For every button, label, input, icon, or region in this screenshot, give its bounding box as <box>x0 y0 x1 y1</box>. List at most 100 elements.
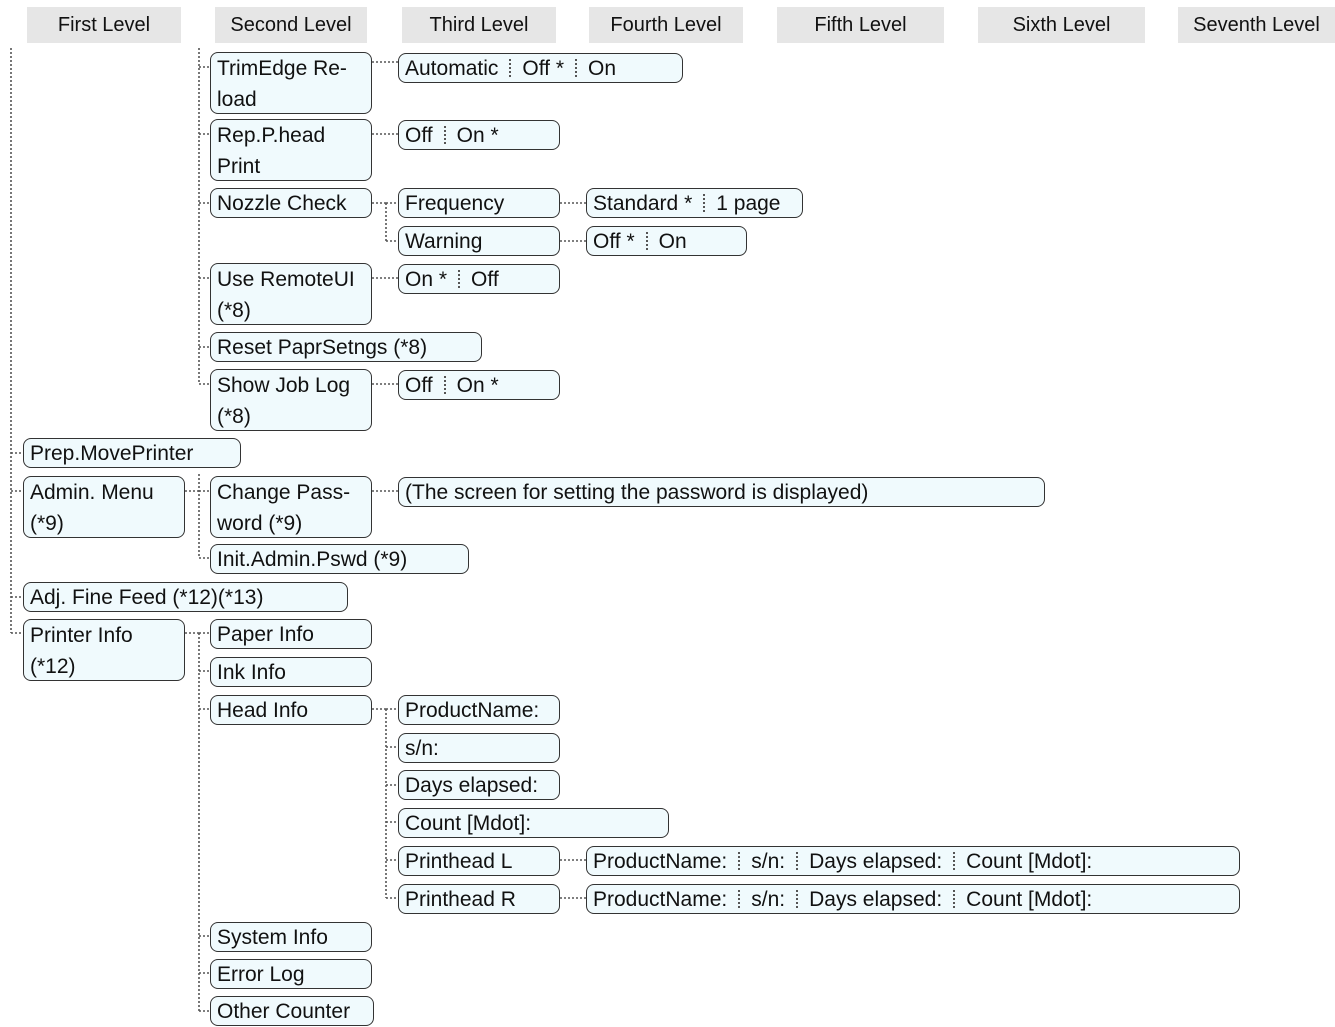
node-label-line: (*8) <box>217 405 251 428</box>
node-label: Adj. Fine Feed (*12)(*13) <box>30 586 264 609</box>
option-separator <box>645 232 648 250</box>
node-label-line: Print <box>217 155 261 178</box>
node-system-info: System Info <box>210 922 372 952</box>
node-label: Count [Mdot]: <box>405 812 532 835</box>
node-label-line: (*12) <box>30 655 76 678</box>
option-off: Off <box>405 374 433 397</box>
node-printhead-l: Printhead L <box>398 846 560 876</box>
field-sn: s/n: <box>751 888 786 911</box>
node-label: Nozzle Check <box>217 192 347 215</box>
option-separator <box>953 890 956 908</box>
node-label: Days elapsed: <box>405 774 539 797</box>
node-rep-phead-print: Rep.P.head Print <box>210 119 372 181</box>
option-off-default: Off * <box>522 57 565 80</box>
node-label-line: Use RemoteUI <box>217 268 355 291</box>
option-separator <box>509 59 512 77</box>
node-label-line: Show Job Log <box>217 374 351 397</box>
node-head-info: Head Info <box>210 695 372 725</box>
field-count-mdot: Count [Mdot]: <box>966 888 1093 911</box>
node-label: System Info <box>217 926 328 949</box>
node-label: Printhead R <box>405 888 516 911</box>
field-days-elapsed: Days elapsed: <box>809 850 943 873</box>
node-printhead-r-options: ProductName: s/n: Days elapsed: Count [Mdot… <box>586 884 1240 914</box>
field-days-elapsed: Days elapsed: <box>809 888 943 911</box>
node-label: Prep.MovePrinter <box>30 442 194 465</box>
node-rep-phead-options: Off On * <box>398 120 560 150</box>
node-use-remoteui-options: On * Off <box>398 264 560 294</box>
node-product-name: ProductName: <box>398 695 560 725</box>
option-automatic: Automatic <box>405 57 499 80</box>
node-show-job-log-options: Off On * <box>398 370 560 400</box>
field-product-name: ProductName: <box>593 888 728 911</box>
node-label: Head Info <box>217 699 309 722</box>
option-off-default: Off * <box>593 230 635 253</box>
node-label-line: word (*9) <box>217 512 303 535</box>
option-off: Off <box>405 124 433 147</box>
node-label: (The screen for setting the password is … <box>405 481 869 504</box>
node-adj-fine-feed: Adj. Fine Feed (*12)(*13) <box>23 582 348 612</box>
node-printer-info: Printer Info (*12) <box>23 619 185 681</box>
node-change-password: Change Pass- word (*9) <box>210 476 372 538</box>
node-trimedge-options: Automatic Off * On <box>398 53 683 83</box>
node-prep-moveprinter: Prep.MovePrinter <box>23 438 241 468</box>
node-label-line: load <box>217 88 257 111</box>
node-label: Printhead L <box>405 850 513 873</box>
option-standard-default: Standard * <box>593 192 693 215</box>
node-reset-paprsetngs: Reset PaprSetngs (*8) <box>210 332 482 362</box>
option-on: On <box>658 230 687 253</box>
node-trimedge-reload: TrimEdge Re- load <box>210 52 372 114</box>
node-nozzle-check: Nozzle Check <box>210 188 372 218</box>
option-on-default: On * <box>456 124 499 147</box>
field-sn: s/n: <box>751 850 786 873</box>
node-warning-options: Off * On <box>586 226 747 256</box>
option-separator <box>443 376 446 394</box>
option-separator <box>738 852 741 870</box>
node-use-remoteui: Use RemoteUI (*8) <box>210 263 372 325</box>
option-separator <box>738 890 741 908</box>
node-error-log: Error Log <box>210 959 372 989</box>
node-other-counter: Other Counter <box>210 996 374 1026</box>
option-separator <box>796 890 799 908</box>
option-1-page: 1 page <box>716 192 781 215</box>
node-sn: s/n: <box>398 733 560 763</box>
node-warning: Warning <box>398 226 560 256</box>
node-printhead-l-options: ProductName: s/n: Days elapsed: Count [Mdot… <box>586 846 1240 876</box>
node-label-line: Rep.P.head <box>217 124 326 147</box>
node-frequency: Frequency <box>398 188 560 218</box>
node-days-elapsed: Days elapsed: <box>398 770 560 800</box>
node-label: Warning <box>405 230 483 253</box>
node-label: Error Log <box>217 963 305 986</box>
node-label: Ink Info <box>217 661 286 684</box>
node-show-job-log: Show Job Log (*8) <box>210 369 372 431</box>
option-on: On <box>588 57 617 80</box>
node-label: Init.Admin.Pswd (*9) <box>217 548 408 571</box>
node-ink-info: Ink Info <box>210 657 372 687</box>
node-label: ProductName: <box>405 699 540 722</box>
node-password-screen: (The screen for setting the password is … <box>398 477 1045 507</box>
node-paper-info: Paper Info <box>210 619 372 649</box>
field-product-name: ProductName: <box>593 850 728 873</box>
node-label: s/n: <box>405 737 439 760</box>
node-printhead-r: Printhead R <box>398 884 560 914</box>
option-separator <box>443 126 446 144</box>
node-label: Frequency <box>405 192 505 215</box>
option-on-default: On * <box>456 374 499 397</box>
node-admin-menu: Admin. Menu (*9) <box>23 476 185 538</box>
node-label-line: Admin. Menu <box>30 481 154 504</box>
option-separator <box>953 852 956 870</box>
option-off: Off <box>471 268 499 291</box>
node-label-line: (*8) <box>217 299 251 322</box>
node-frequency-options: Standard * 1 page <box>586 188 803 218</box>
option-separator <box>458 270 461 288</box>
option-separator <box>796 852 799 870</box>
node-label-line: TrimEdge Re- <box>217 57 347 80</box>
node-label-line: Change Pass- <box>217 481 351 504</box>
node-label: Other Counter <box>217 1000 351 1023</box>
option-separator <box>575 59 578 77</box>
option-on-default: On * <box>405 268 448 291</box>
node-label-line: Printer Info <box>30 624 133 647</box>
node-label: Reset PaprSetngs (*8) <box>217 336 428 359</box>
node-count-mdot: Count [Mdot]: <box>398 808 669 838</box>
node-init-admin-pswd: Init.Admin.Pswd (*9) <box>210 544 469 574</box>
option-separator <box>703 194 706 212</box>
